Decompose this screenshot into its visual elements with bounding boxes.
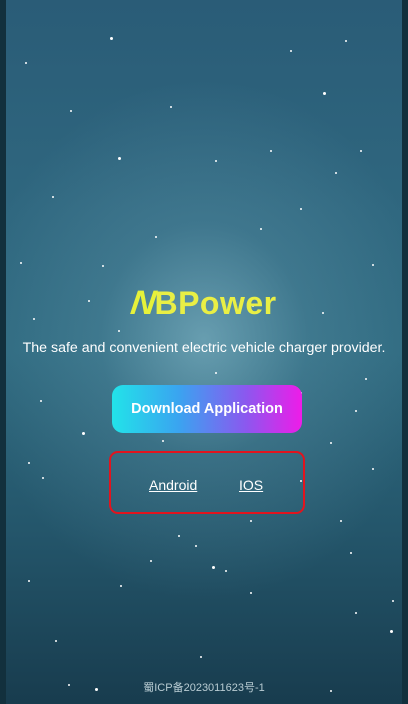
- download-application-button[interactable]: Download Application: [112, 385, 302, 433]
- star-dot: [335, 172, 337, 174]
- star-dot: [118, 157, 121, 160]
- star-dot: [118, 330, 120, 332]
- star-dot: [215, 160, 217, 162]
- star-dot: [340, 520, 342, 522]
- star-dot: [162, 440, 164, 442]
- star-dot: [20, 262, 22, 264]
- star-dot: [360, 150, 362, 152]
- star-dot: [178, 535, 180, 537]
- star-dot: [225, 570, 227, 572]
- star-dot: [350, 552, 352, 554]
- icp-registration-footer: 蜀ICP备2023011623号-1: [143, 682, 265, 694]
- star-dot: [200, 656, 202, 658]
- star-dot: [345, 40, 347, 42]
- star-dot: [215, 372, 217, 374]
- brand-logo: NBPower: [0, 284, 408, 322]
- star-dot: [110, 37, 113, 40]
- star-dot: [28, 462, 30, 464]
- star-dot: [82, 432, 85, 435]
- star-dot: [392, 600, 394, 602]
- star-dot: [28, 580, 30, 582]
- tagline: The safe and convenient electric vehicle…: [22, 340, 386, 356]
- star-dot: [365, 378, 367, 380]
- star-dot: [150, 560, 152, 562]
- star-dot: [250, 520, 252, 522]
- star-dot: [70, 110, 72, 112]
- android-download-link[interactable]: Android: [149, 476, 197, 494]
- star-dot: [212, 566, 215, 569]
- star-dot: [355, 410, 357, 412]
- star-dot: [372, 264, 374, 266]
- star-dot: [270, 150, 272, 152]
- star-dot: [102, 265, 104, 267]
- star-dot: [372, 468, 374, 470]
- star-dot: [40, 400, 42, 402]
- star-dot: [330, 442, 332, 444]
- star-dot: [55, 640, 57, 642]
- star-dot: [290, 50, 292, 52]
- download-links-highlight: [109, 451, 305, 514]
- star-dot: [120, 585, 122, 587]
- star-dot: [170, 106, 172, 108]
- star-dot: [25, 62, 27, 64]
- ios-download-link[interactable]: IOS: [239, 476, 263, 494]
- star-dot: [195, 545, 197, 547]
- landing-screen: NBPower The safe and convenient electric…: [0, 0, 408, 704]
- star-dot: [52, 196, 54, 198]
- star-dot: [355, 612, 357, 614]
- logo-text: BPower: [154, 285, 277, 321]
- star-dot: [155, 236, 157, 238]
- star-dot: [300, 208, 302, 210]
- star-dot: [260, 228, 262, 230]
- star-dot: [390, 630, 393, 633]
- star-dot: [250, 592, 252, 594]
- star-dot: [42, 477, 44, 479]
- star-dot: [323, 92, 326, 95]
